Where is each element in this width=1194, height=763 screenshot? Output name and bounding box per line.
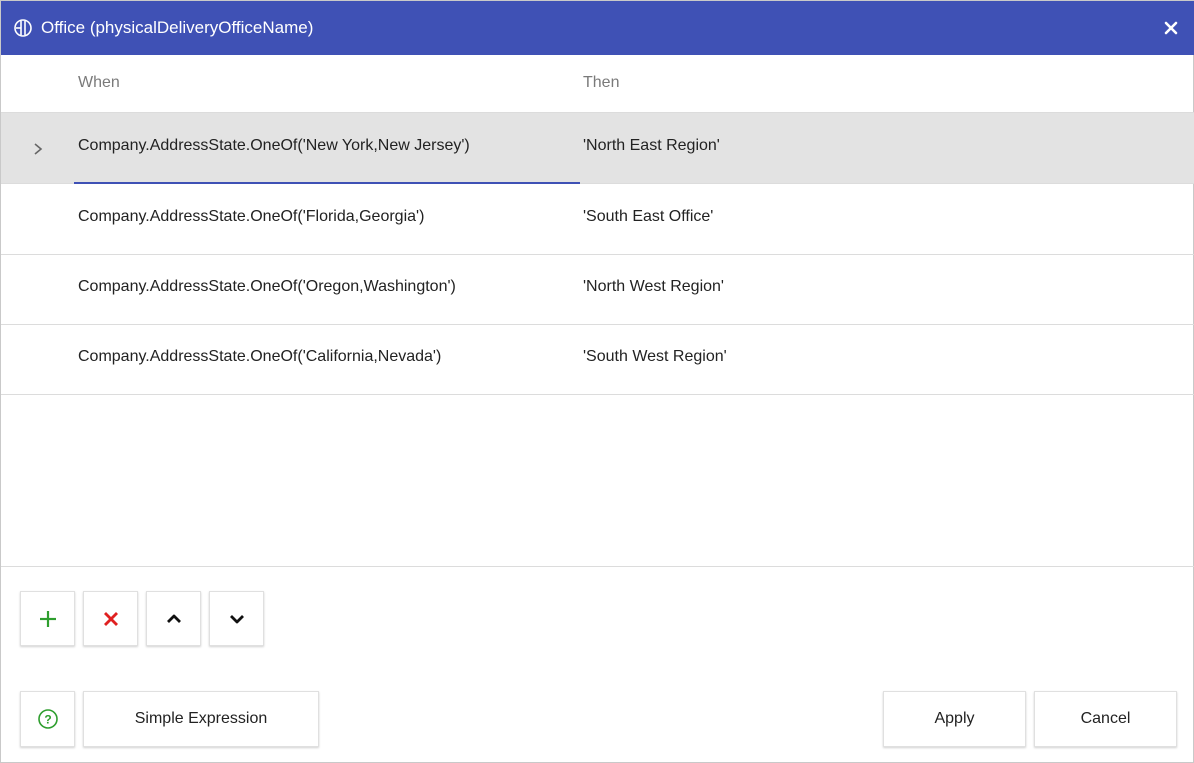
- then-cell[interactable]: 'South East Office': [583, 208, 713, 226]
- when-cell[interactable]: Company.AddressState.OneOf('Florida,Geor…: [78, 208, 424, 226]
- column-header-when[interactable]: When: [78, 74, 120, 92]
- close-button[interactable]: [1157, 14, 1185, 42]
- expression-dialog: Office (physicalDeliveryOfficeName) When…: [0, 0, 1194, 763]
- apply-button[interactable]: Apply: [883, 691, 1026, 747]
- grid-header: When Then: [1, 55, 1194, 113]
- when-cell[interactable]: Company.AddressState.OneOf('Oregon,Washi…: [78, 278, 456, 296]
- plus-icon: [39, 610, 56, 627]
- table-row[interactable]: Company.AddressState.OneOf('New York,New…: [1, 113, 1194, 184]
- move-down-button[interactable]: [209, 591, 264, 646]
- when-cell[interactable]: Company.AddressState.OneOf('California,N…: [78, 348, 441, 366]
- then-cell[interactable]: 'North West Region': [583, 278, 724, 296]
- chevron-down-icon: [229, 614, 244, 623]
- cancel-button[interactable]: Cancel: [1034, 691, 1177, 747]
- title-bar: Office (physicalDeliveryOfficeName): [1, 1, 1194, 55]
- chevron-up-icon: [166, 614, 181, 623]
- svg-text:?: ?: [44, 713, 51, 727]
- table-row[interactable]: Company.AddressState.OneOf('California,N…: [1, 324, 1194, 395]
- table-row[interactable]: Company.AddressState.OneOf('Oregon,Washi…: [1, 254, 1194, 325]
- close-icon: [1164, 21, 1178, 35]
- dialog-title: Office (physicalDeliveryOfficeName): [41, 18, 314, 37]
- x-icon: [103, 611, 118, 626]
- grid-empty-area: [1, 395, 1194, 567]
- when-cell[interactable]: Company.AddressState.OneOf('New York,New…: [78, 137, 470, 155]
- then-cell[interactable]: 'North East Region': [583, 137, 720, 155]
- move-up-button[interactable]: [146, 591, 201, 646]
- help-icon: ?: [37, 709, 58, 729]
- help-button[interactable]: ?: [20, 691, 75, 747]
- logo-icon: [13, 18, 33, 38]
- column-header-then[interactable]: Then: [583, 74, 619, 92]
- delete-row-button[interactable]: [83, 591, 138, 646]
- then-cell[interactable]: 'South West Region': [583, 348, 727, 366]
- chevron-right-icon: [31, 140, 45, 158]
- simple-expression-button[interactable]: Simple Expression: [83, 691, 319, 747]
- add-row-button[interactable]: [20, 591, 75, 646]
- table-row[interactable]: Company.AddressState.OneOf('Florida,Geor…: [1, 184, 1194, 255]
